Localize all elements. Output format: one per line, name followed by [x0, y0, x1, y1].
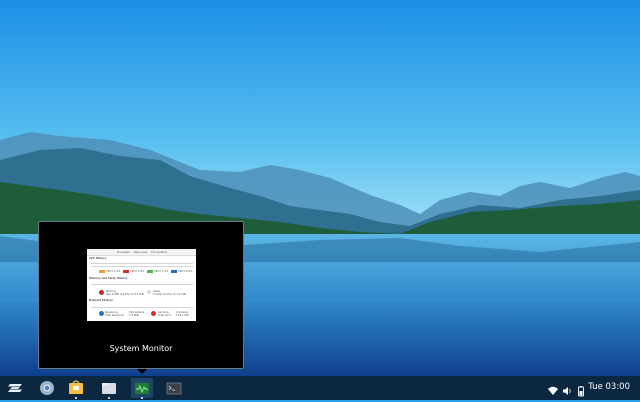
taskbar-chrome[interactable] — [36, 378, 58, 398]
thumb-tab-file-systems: File Systems — [151, 250, 168, 254]
running-indicator — [75, 397, 77, 399]
window-preview-popup[interactable]: Processes Resources File Systems CPU His… — [38, 221, 244, 369]
zorin-menu-icon — [8, 384, 22, 392]
wifi-button[interactable] — [547, 382, 559, 395]
cpu2-swatch — [123, 270, 129, 273]
zorin-menu-button[interactable] — [5, 378, 27, 398]
thumb-memory-header: Memory and Swap History — [89, 277, 128, 280]
thumb-tab-processes: Processes — [117, 250, 130, 254]
system-monitor-icon — [135, 383, 149, 394]
battery-button[interactable] — [575, 382, 587, 397]
memory-pie-icon — [99, 290, 104, 295]
sending-icon — [151, 311, 156, 316]
system-monitor-thumbnail[interactable]: Processes Resources File Systems CPU His… — [87, 249, 196, 321]
running-indicator — [108, 397, 110, 399]
software-icon — [69, 380, 83, 394]
preview-window-title: System Monitor — [109, 344, 173, 353]
thumb-cpu-header: CPU History — [89, 257, 107, 260]
swap-value: 0 bytes (0.0%) of 1.6 GiB — [153, 293, 186, 296]
cpu4-swatch — [171, 270, 177, 273]
total-sent-value: 179.2 KiB — [176, 314, 189, 317]
taskbar-software[interactable] — [65, 378, 87, 399]
cpu2-label: CPU2 1.8% — [130, 270, 145, 273]
taskbar-files[interactable] — [98, 378, 120, 399]
thumb-tab-resources: Resources — [134, 250, 148, 254]
volume-button[interactable] — [561, 382, 573, 395]
memory-value: 661.9 MiB (19.8%) of 3.5 GiB — [106, 293, 144, 296]
volume-icon — [563, 387, 571, 395]
thumb-cpu-graph-line — [91, 266, 193, 267]
terminal-icon — [166, 382, 182, 395]
total-sent-label: Total Sent — [158, 314, 171, 317]
taskbar-system-monitor[interactable] — [131, 378, 153, 399]
cpu3-label: CPU3 1.2% — [154, 270, 169, 273]
wifi-icon — [548, 386, 558, 395]
total-received-value: 1.9 MiB — [129, 314, 139, 317]
total-received-label: Total Received — [105, 314, 124, 317]
cpu1-swatch — [99, 270, 105, 273]
running-indicator — [141, 397, 143, 399]
chrome-icon — [40, 381, 54, 395]
thumb-net-graph-line — [91, 307, 193, 308]
thumb-cpu-graph-line — [91, 263, 193, 264]
receiving-icon — [99, 311, 104, 316]
swap-pie-icon — [147, 290, 151, 294]
cpu4-label: CPU4 0.5% — [178, 270, 193, 273]
clock[interactable]: Tue 03:00 — [588, 382, 630, 392]
thumb-network-header: Network History — [89, 299, 113, 302]
preview-pointer — [137, 369, 147, 374]
thumb-mem-graph-line — [91, 284, 193, 285]
taskbar: Tue 03:00 — [0, 376, 640, 400]
battery-icon — [578, 386, 584, 397]
taskbar-terminal[interactable] — [163, 378, 185, 398]
files-icon — [102, 383, 116, 394]
cpu3-swatch — [147, 270, 153, 273]
cpu1-label: CPU1 2.4% — [106, 270, 121, 273]
